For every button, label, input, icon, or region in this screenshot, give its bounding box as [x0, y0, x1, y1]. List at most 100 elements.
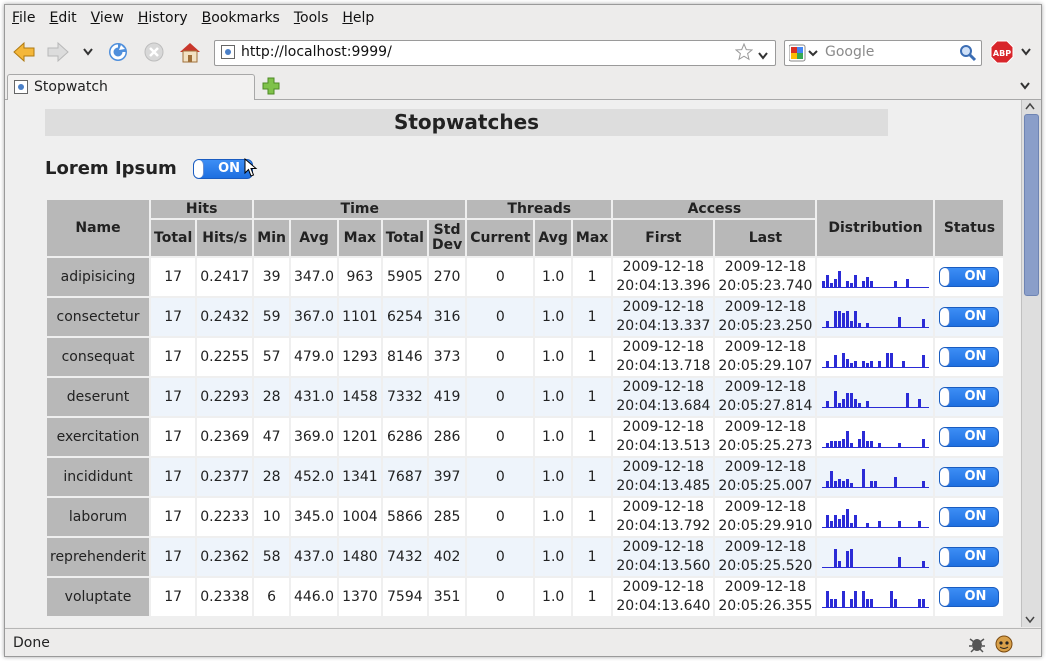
back-button[interactable] — [11, 39, 37, 65]
access-last-time: 20:05:27.814 — [718, 398, 813, 414]
adblock-button[interactable]: ABP — [989, 39, 1015, 65]
status-toggle-label: ON — [964, 349, 987, 364]
cell-access-last: 2009-12-18 20:05:23.250 — [715, 298, 816, 336]
cell-threads-max: 1 — [572, 578, 612, 616]
distribution-bar — [893, 598, 897, 607]
cell-access-last: 2009-12-18 20:05:26.355 — [715, 578, 816, 616]
scrollbar-thumb[interactable] — [1024, 114, 1039, 296]
cell-hits-per-sec: 0.2255 — [197, 338, 253, 376]
row-name[interactable]: voluptate — [47, 578, 150, 616]
status-toggle[interactable]: ON — [939, 467, 1000, 487]
status-text: Done — [13, 635, 50, 651]
row-name[interactable]: adipisicing — [47, 258, 150, 296]
cell-threads-avg: 1.0 — [535, 498, 571, 536]
vertical-scrollbar[interactable] — [1021, 100, 1041, 627]
scroll-down-icon[interactable] — [1025, 616, 1035, 624]
cell-status: ON — [935, 418, 1004, 456]
access-last-date: 2009-12-18 — [724, 259, 807, 275]
status-toggle[interactable]: ON — [939, 547, 1000, 567]
row-name[interactable]: reprehenderit — [47, 538, 150, 576]
distribution-bar — [861, 590, 865, 607]
search-input[interactable]: Google — [825, 44, 874, 60]
new-tab-button[interactable] — [261, 76, 281, 96]
status-toggle[interactable]: ON — [939, 387, 1000, 407]
stop-button[interactable] — [141, 39, 167, 65]
menu-file[interactable]: File — [5, 10, 42, 26]
access-first-time: 20:04:13.485 — [616, 478, 711, 494]
cell-time-stddev: 351 — [428, 578, 466, 616]
status-toggle[interactable]: ON — [939, 307, 1000, 327]
menu-tools[interactable]: Tools — [287, 10, 336, 26]
reload-button[interactable] — [105, 39, 131, 65]
access-last-time: 20:05:29.107 — [718, 358, 813, 374]
cell-distribution — [817, 498, 934, 536]
cell-threads-max: 1 — [572, 458, 612, 496]
menu-edit[interactable]: Edit — [42, 10, 83, 26]
distribution-bar — [829, 520, 833, 527]
distribution-bar — [865, 522, 869, 527]
cell-distribution — [817, 418, 934, 456]
row-name[interactable]: laborum — [47, 498, 150, 536]
home-button[interactable] — [177, 39, 203, 65]
distribution-bar — [825, 360, 829, 367]
distribution-bar — [833, 514, 837, 527]
distribution-bar — [897, 442, 901, 447]
cell-threads-avg: 1.0 — [535, 258, 571, 296]
scroll-up-icon[interactable] — [1025, 102, 1035, 110]
distribution-bar — [845, 280, 849, 287]
search-icon[interactable] — [959, 44, 977, 66]
distribution-bar — [825, 400, 829, 407]
back-arrow-icon — [13, 41, 35, 63]
access-first-date: 2009-12-18 — [622, 379, 705, 395]
status-toggle[interactable]: ON — [939, 267, 1000, 287]
list-tabs-button[interactable] — [1017, 78, 1033, 94]
cell-status: ON — [935, 538, 1004, 576]
menu-history[interactable]: History — [131, 10, 195, 26]
col-time-max: Max — [339, 220, 381, 256]
status-toggle[interactable]: ON — [939, 587, 1000, 607]
toolbar-overflow-button[interactable] — [1019, 43, 1033, 61]
distribution-bar — [865, 362, 869, 367]
url-dropdown-icon[interactable] — [758, 48, 768, 64]
menu-help[interactable]: Help — [335, 10, 381, 26]
cell-distribution — [817, 578, 934, 616]
status-toggle[interactable]: ON — [939, 507, 1000, 527]
distribution-bar — [829, 440, 833, 447]
row-name[interactable]: exercitation — [47, 418, 150, 456]
menu-view[interactable]: View — [84, 10, 131, 26]
url-bar[interactable]: http://localhost:9999/ — [214, 40, 776, 66]
search-bar[interactable]: Google — [784, 40, 982, 66]
cell-time-max: 1341 — [339, 458, 381, 496]
menu-bookmarks[interactable]: Bookmarks — [195, 10, 287, 26]
table-row: consectetur 17 0.2432 59 367.0 1101 6254 316 0 1.… — [47, 298, 1004, 336]
row-name[interactable]: consequat — [47, 338, 150, 376]
history-dropdown-button[interactable] — [81, 43, 95, 61]
row-name[interactable]: incididunt — [47, 458, 150, 496]
status-toggle[interactable]: ON — [939, 347, 1000, 367]
cell-time-max: 1480 — [339, 538, 381, 576]
greasemonkey-icon[interactable] — [993, 632, 1015, 656]
distribution-bar — [841, 398, 845, 407]
group-header: Lorem Ipsum ON — [45, 158, 254, 179]
status-toggle[interactable]: ON — [939, 427, 1000, 447]
distribution-bar — [921, 560, 925, 567]
cell-threads-current: 0 — [467, 418, 534, 456]
col-threads-avg: Avg — [535, 220, 571, 256]
distribution-bar — [877, 442, 881, 447]
forward-button[interactable] — [45, 39, 71, 65]
stopwatch-table: Name Hits Time Threads Access Distributi… — [45, 198, 1005, 618]
firebug-icon[interactable] — [967, 633, 987, 656]
tab-stopwatch[interactable]: Stopwatch — [7, 74, 255, 100]
url-text[interactable]: http://localhost:9999/ — [241, 44, 392, 60]
cell-hits-per-sec: 0.2417 — [197, 258, 253, 296]
cell-hits-total: 17 — [151, 298, 196, 336]
distribution-bar — [833, 598, 837, 607]
google-engine-icon[interactable] — [788, 44, 819, 66]
row-name[interactable]: consectetur — [47, 298, 150, 336]
access-first-date: 2009-12-18 — [622, 499, 705, 515]
row-name[interactable]: deserunt — [47, 378, 150, 416]
cell-threads-current: 0 — [467, 378, 534, 416]
cell-time-total: 5866 — [382, 498, 427, 536]
bookmark-star-icon[interactable] — [734, 42, 754, 65]
distribution-bar — [845, 478, 849, 487]
